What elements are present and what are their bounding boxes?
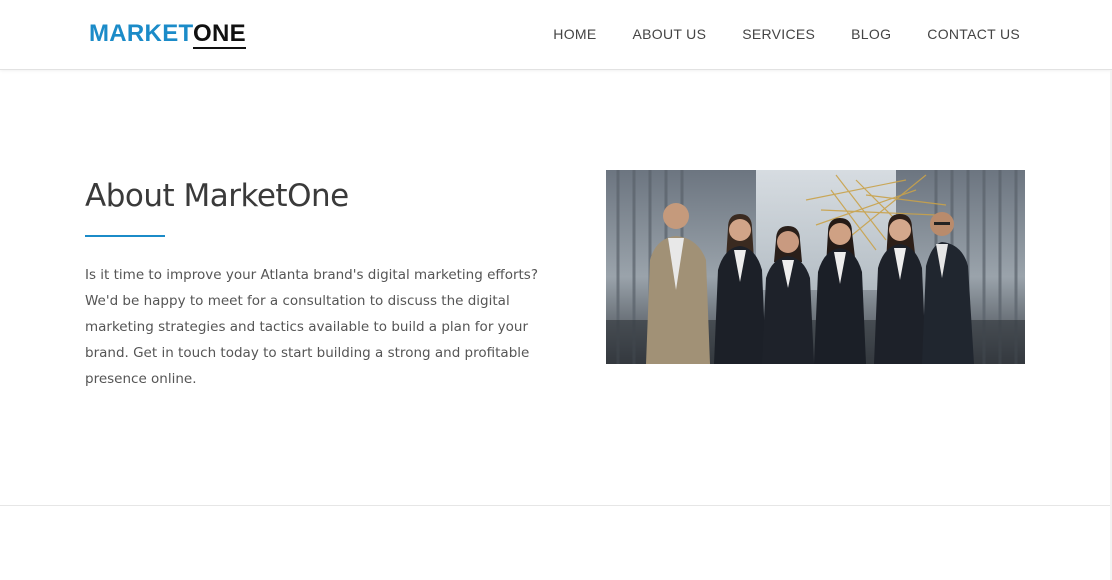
main-nav: HOME ABOUT US SERVICES BLOG CONTACT US — [553, 26, 1020, 42]
about-paragraph: Is it time to improve your Atlanta brand… — [85, 267, 539, 387]
about-title: About MarketOne — [85, 178, 349, 214]
nav-link-blog[interactable]: BLOG — [851, 26, 891, 42]
nav-link-home[interactable]: HOME — [553, 26, 596, 42]
team-photo — [606, 170, 1025, 364]
site-logo[interactable]: MARKETONE — [89, 20, 246, 49]
nav-link-contact-us[interactable]: CONTACT US — [927, 26, 1020, 42]
logo-text-one: ONE — [193, 20, 246, 49]
nav-link-services[interactable]: SERVICES — [742, 26, 815, 42]
section-divider — [0, 505, 1112, 506]
nav-link-about-us[interactable]: ABOUT US — [633, 26, 707, 42]
title-underline — [85, 235, 165, 237]
site-header: MARKETONE HOME ABOUT US SERVICES BLOG CO… — [0, 0, 1112, 70]
logo-text-market: MARKET — [89, 20, 194, 47]
